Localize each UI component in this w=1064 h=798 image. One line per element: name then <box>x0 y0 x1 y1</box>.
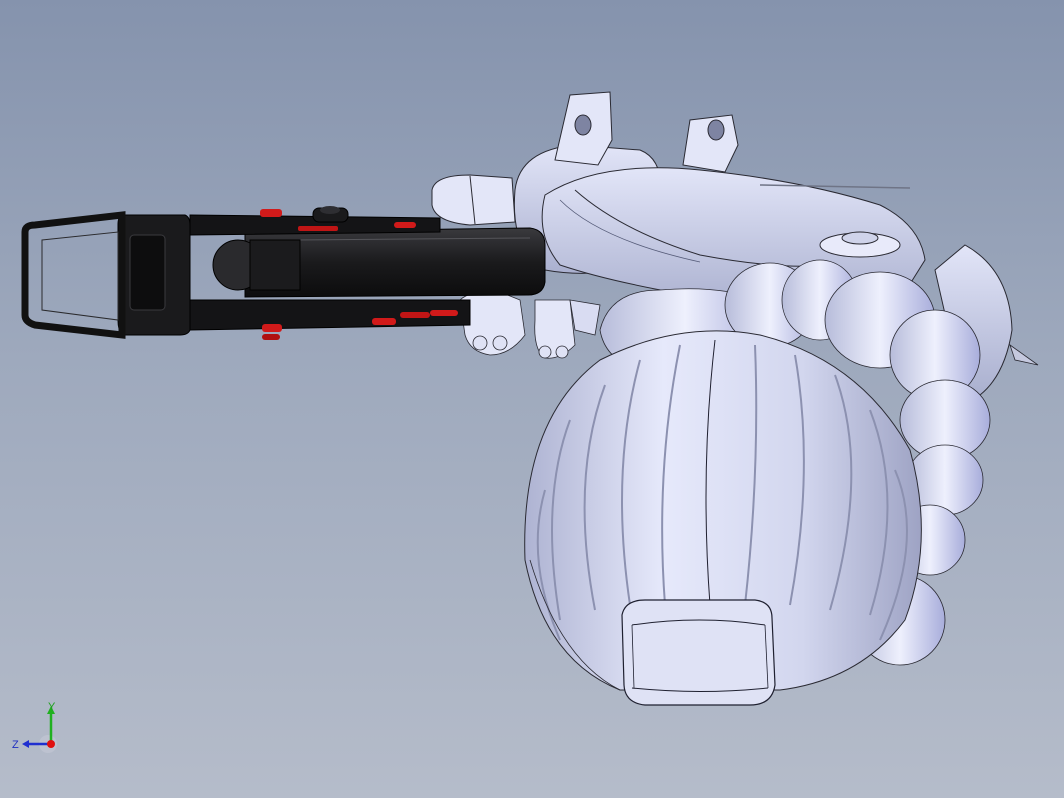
articulated-arm[interactable] <box>21 206 546 340</box>
z-axis-label: Z <box>12 739 19 751</box>
hinge-block[interactable] <box>621 599 776 706</box>
y-axis-label: Y <box>48 701 56 713</box>
graphics-viewport[interactable]: Y Z <box>0 0 1064 798</box>
claw-joints[interactable] <box>459 291 601 359</box>
triad-axes: Y Z <box>12 701 57 753</box>
view-orientation-triad: Y Z <box>8 700 68 760</box>
x-axis-dot <box>47 740 55 748</box>
3d-model-view[interactable] <box>0 0 1064 798</box>
